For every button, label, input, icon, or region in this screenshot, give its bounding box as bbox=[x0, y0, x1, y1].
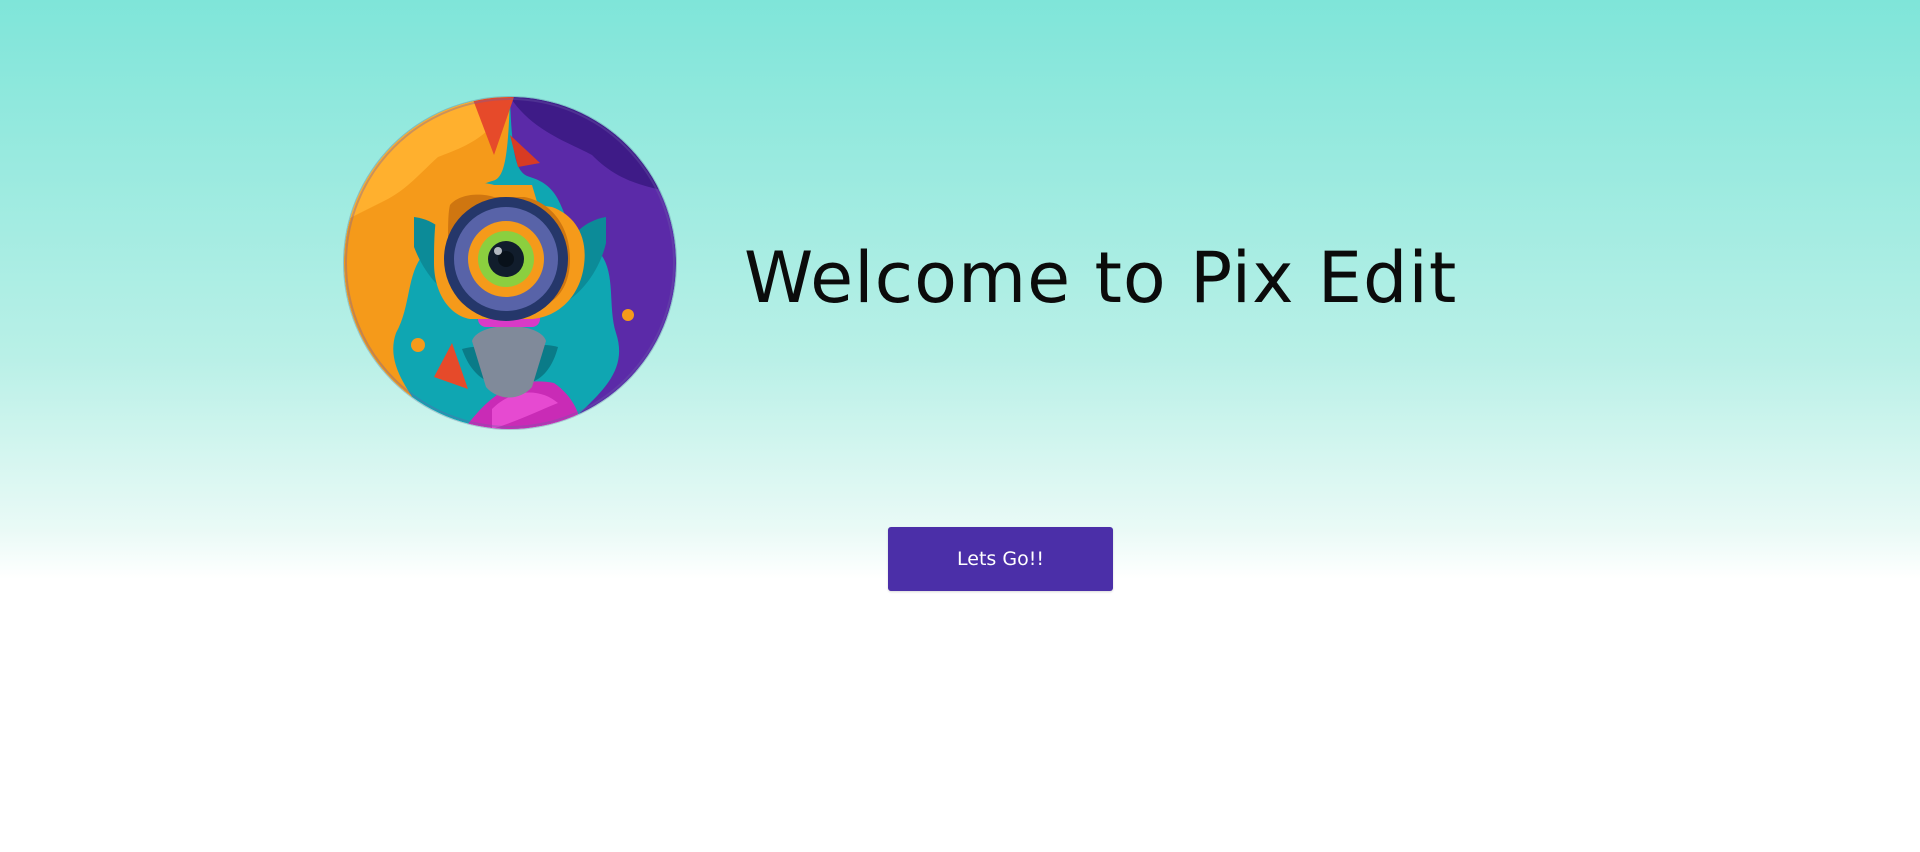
camera-logo-icon bbox=[344, 97, 676, 429]
hero-section: Welcome to Pix Edit bbox=[344, 97, 1456, 429]
lets-go-button[interactable]: Lets Go!! bbox=[888, 527, 1113, 591]
page-title: Welcome to Pix Edit bbox=[744, 237, 1458, 319]
